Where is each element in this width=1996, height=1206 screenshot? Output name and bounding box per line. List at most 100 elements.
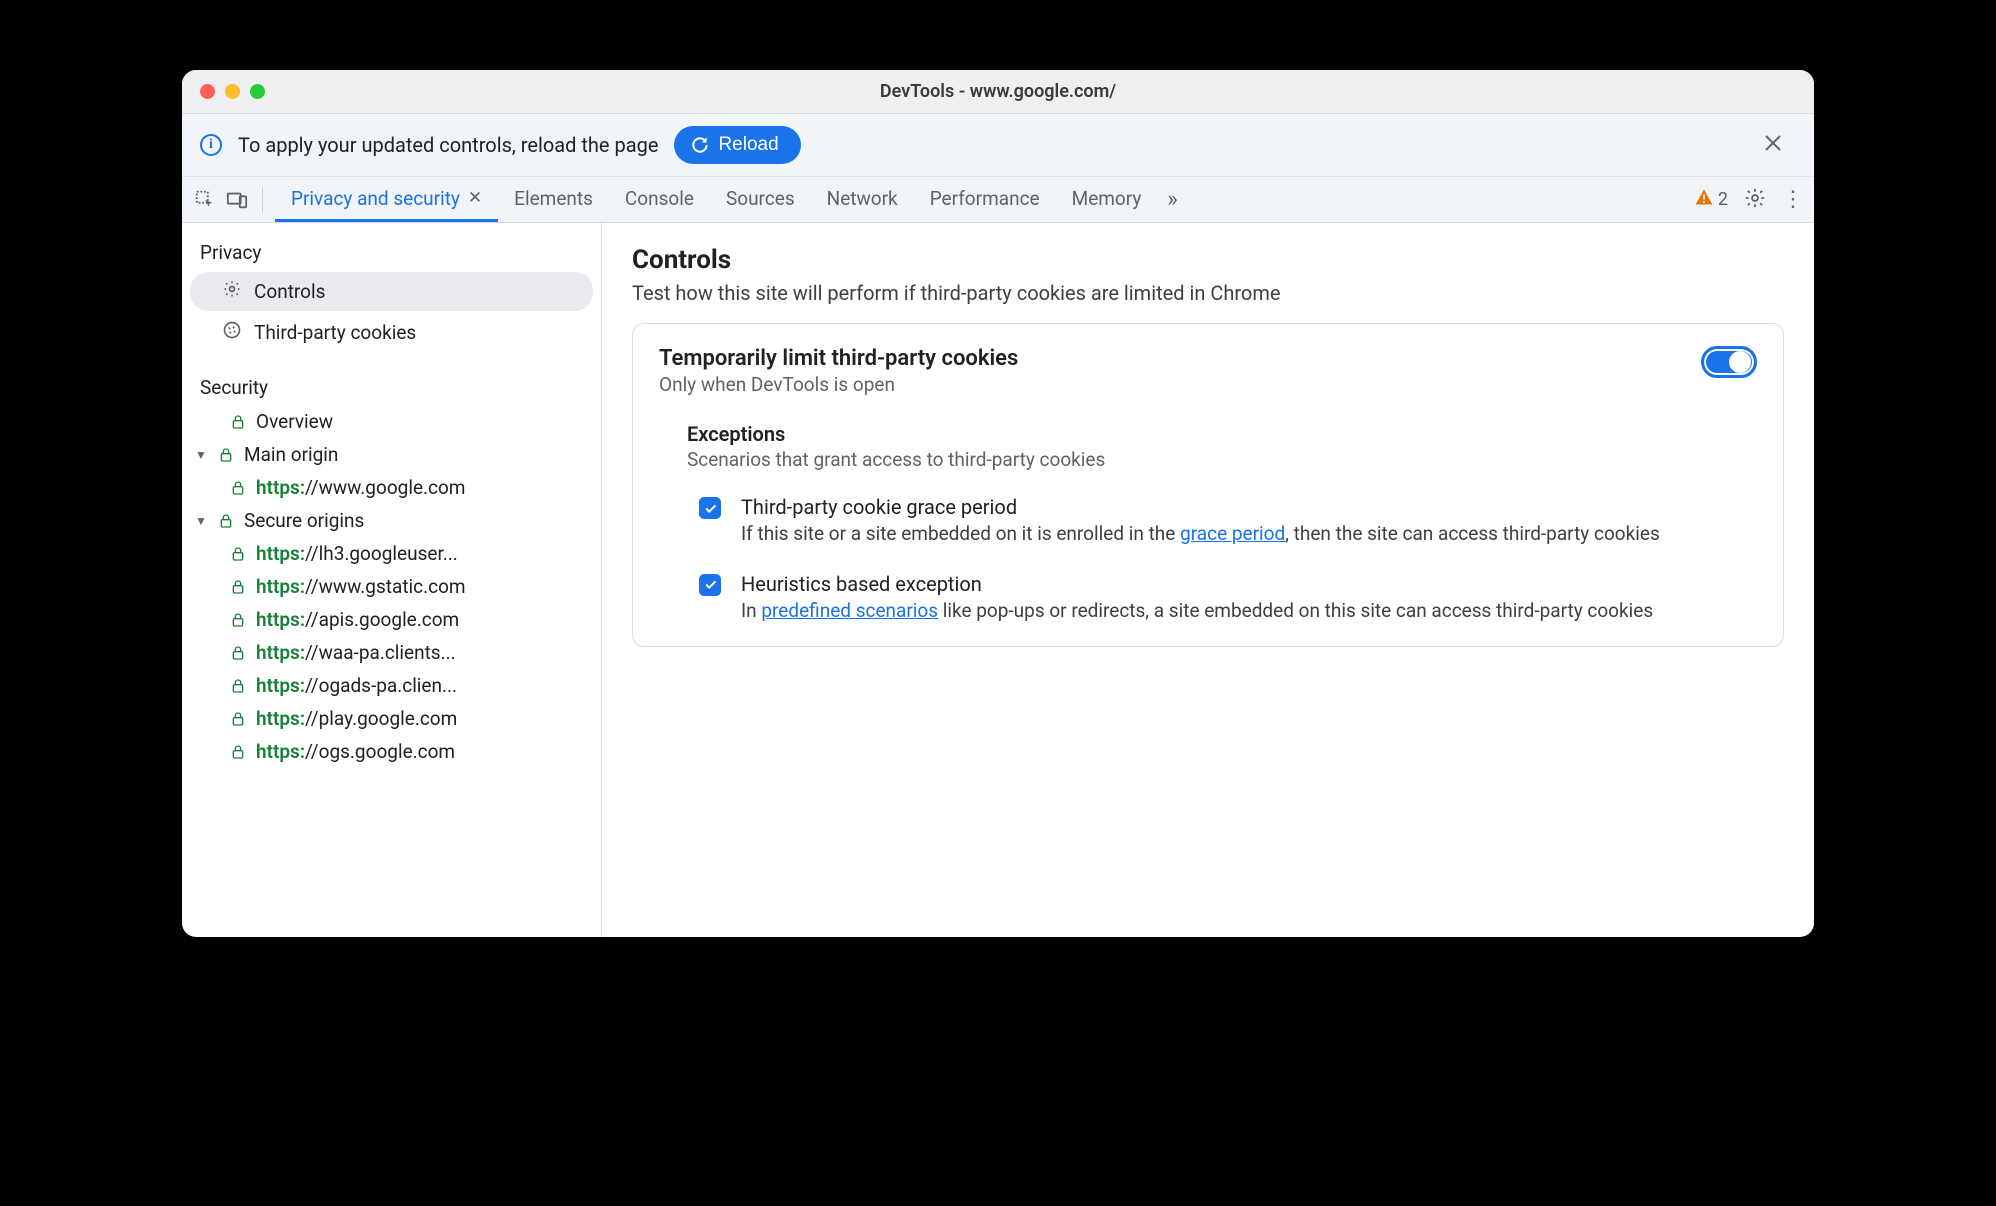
lock-icon bbox=[228, 414, 248, 430]
origin-host: //ogs.google.com bbox=[305, 740, 455, 763]
origin-scheme: https: bbox=[256, 608, 305, 631]
page-title: Controls bbox=[632, 245, 1784, 275]
exceptions-section: Exceptions Scenarios that grant access t… bbox=[659, 422, 1757, 624]
tab-memory[interactable]: Memory bbox=[1056, 177, 1158, 222]
origin-item[interactable]: https://lh3.googleuser... bbox=[182, 537, 601, 570]
tree-label: Main origin bbox=[244, 443, 338, 466]
infobar: i To apply your updated controls, reload… bbox=[182, 114, 1814, 177]
origin-scheme: https: bbox=[256, 740, 305, 763]
sidebar-item-overview[interactable]: Overview bbox=[182, 405, 601, 438]
predefined-scenarios-link[interactable]: predefined scenarios bbox=[761, 599, 938, 622]
lock-icon bbox=[228, 645, 248, 661]
infobar-close-button[interactable] bbox=[1756, 129, 1790, 162]
lock-icon bbox=[228, 579, 248, 595]
exception-heuristics: Heuristics based exception In predefined… bbox=[687, 570, 1757, 625]
origin-item[interactable]: https://waa-pa.clients... bbox=[182, 636, 601, 669]
minimize-window-button[interactable] bbox=[225, 84, 240, 99]
origin-scheme: https: bbox=[256, 707, 305, 730]
origin-main[interactable]: https://www.google.com bbox=[182, 471, 601, 504]
sidebar-item-label: Overview bbox=[256, 410, 333, 433]
lock-icon bbox=[228, 744, 248, 760]
origin-item[interactable]: https://www.gstatic.com bbox=[182, 570, 601, 603]
tab-elements[interactable]: Elements bbox=[498, 177, 609, 222]
window-title: DevTools - www.google.com/ bbox=[182, 81, 1814, 102]
toolbar-right: 2 ⋮ bbox=[1694, 187, 1804, 213]
toggle-knob bbox=[1729, 351, 1751, 373]
sidebar: Privacy Controls Third-party cookies Sec… bbox=[182, 223, 602, 937]
tree-label: Secure origins bbox=[244, 509, 364, 532]
chevron-down-icon: ▼ bbox=[194, 514, 208, 528]
page-subtitle: Test how this site will perform if third… bbox=[632, 281, 1784, 305]
origin-host: //play.google.com bbox=[305, 707, 457, 730]
lock-icon bbox=[228, 480, 248, 496]
card-title: Temporarily limit third-party cookies bbox=[659, 346, 1701, 371]
origin-item[interactable]: https://ogs.google.com bbox=[182, 735, 601, 768]
tab-label: Console bbox=[625, 187, 694, 210]
origin-host: //lh3.googleuser... bbox=[305, 542, 458, 565]
warning-icon bbox=[1694, 187, 1714, 212]
tree-secure-origins[interactable]: ▼ Secure origins bbox=[182, 504, 601, 537]
grace-period-link[interactable]: grace period bbox=[1180, 522, 1285, 545]
reload-button[interactable]: Reload bbox=[674, 126, 800, 164]
origin-scheme: https: bbox=[256, 542, 305, 565]
card-header: Temporarily limit third-party cookies On… bbox=[659, 346, 1757, 396]
tab-label: Network bbox=[827, 187, 898, 210]
tree-main-origin[interactable]: ▼ Main origin bbox=[182, 438, 601, 471]
tab-label: Performance bbox=[930, 187, 1040, 210]
zoom-window-button[interactable] bbox=[250, 84, 265, 99]
sidebar-item-controls[interactable]: Controls bbox=[190, 272, 593, 311]
issues-button[interactable]: 2 bbox=[1694, 187, 1728, 212]
issues-count: 2 bbox=[1718, 189, 1728, 210]
gear-icon bbox=[222, 279, 242, 304]
exception-description: If this site or a site embedded on it is… bbox=[741, 521, 1757, 548]
settings-button[interactable] bbox=[1744, 187, 1766, 213]
tab-performance[interactable]: Performance bbox=[914, 177, 1056, 222]
exception-grace-period: Third-party cookie grace period If this … bbox=[687, 493, 1757, 548]
devtools-window: DevTools - www.google.com/ i To apply yo… bbox=[182, 70, 1814, 937]
panel-body: Privacy Controls Third-party cookies Sec… bbox=[182, 223, 1814, 937]
origin-item[interactable]: https://ogads-pa.clien... bbox=[182, 669, 601, 702]
tab-sources[interactable]: Sources bbox=[710, 177, 811, 222]
panel-tabs: Privacy and security ✕ Elements Console … bbox=[275, 177, 1186, 222]
tab-privacy-and-security[interactable]: Privacy and security ✕ bbox=[275, 177, 498, 222]
grace-period-checkbox[interactable] bbox=[699, 497, 721, 519]
close-icon bbox=[1764, 134, 1782, 152]
origin-scheme: https: bbox=[256, 674, 305, 697]
tab-label: Privacy and security bbox=[291, 187, 460, 210]
limit-cookies-toggle[interactable] bbox=[1701, 346, 1757, 378]
heuristics-checkbox[interactable] bbox=[699, 574, 721, 596]
exception-title: Third-party cookie grace period bbox=[741, 493, 1757, 521]
lock-icon bbox=[228, 612, 248, 628]
tab-label: Memory bbox=[1072, 187, 1142, 210]
exceptions-subtitle: Scenarios that grant access to third-par… bbox=[687, 448, 1757, 471]
origin-host: //ogads-pa.clien... bbox=[305, 674, 457, 697]
toolbar-separator bbox=[262, 187, 263, 213]
card-subtitle: Only when DevTools is open bbox=[659, 373, 1701, 396]
sidebar-item-third-party-cookies[interactable]: Third-party cookies bbox=[190, 313, 593, 352]
chevron-down-icon: ▼ bbox=[194, 448, 208, 462]
lock-icon bbox=[216, 513, 236, 529]
sidebar-section-privacy: Privacy bbox=[182, 231, 601, 270]
sidebar-item-label: Controls bbox=[254, 280, 325, 303]
more-options-button[interactable]: ⋮ bbox=[1782, 187, 1804, 212]
inspect-element-icon[interactable] bbox=[192, 187, 218, 213]
reload-label: Reload bbox=[718, 134, 778, 156]
sidebar-item-label: Third-party cookies bbox=[254, 321, 416, 344]
more-tabs-button[interactable]: » bbox=[1157, 187, 1185, 212]
close-window-button[interactable] bbox=[200, 84, 215, 99]
tab-network[interactable]: Network bbox=[811, 177, 914, 222]
origin-host: //waa-pa.clients... bbox=[305, 641, 456, 664]
lock-icon bbox=[228, 678, 248, 694]
tab-console[interactable]: Console bbox=[609, 177, 710, 222]
origin-item[interactable]: https://apis.google.com bbox=[182, 603, 601, 636]
origin-item[interactable]: https://play.google.com bbox=[182, 702, 601, 735]
tab-close-button[interactable]: ✕ bbox=[468, 188, 482, 208]
devtools-toolbar: Privacy and security ✕ Elements Console … bbox=[182, 177, 1814, 223]
origin-host: //www.google.com bbox=[305, 476, 465, 499]
origin-host: //www.gstatic.com bbox=[305, 575, 466, 598]
reload-icon bbox=[690, 135, 710, 155]
exception-description: In predefined scenarios like pop-ups or … bbox=[741, 598, 1757, 625]
device-toolbar-icon[interactable] bbox=[224, 187, 250, 213]
tab-label: Elements bbox=[514, 187, 593, 210]
main-panel: Controls Test how this site will perform… bbox=[602, 223, 1814, 937]
